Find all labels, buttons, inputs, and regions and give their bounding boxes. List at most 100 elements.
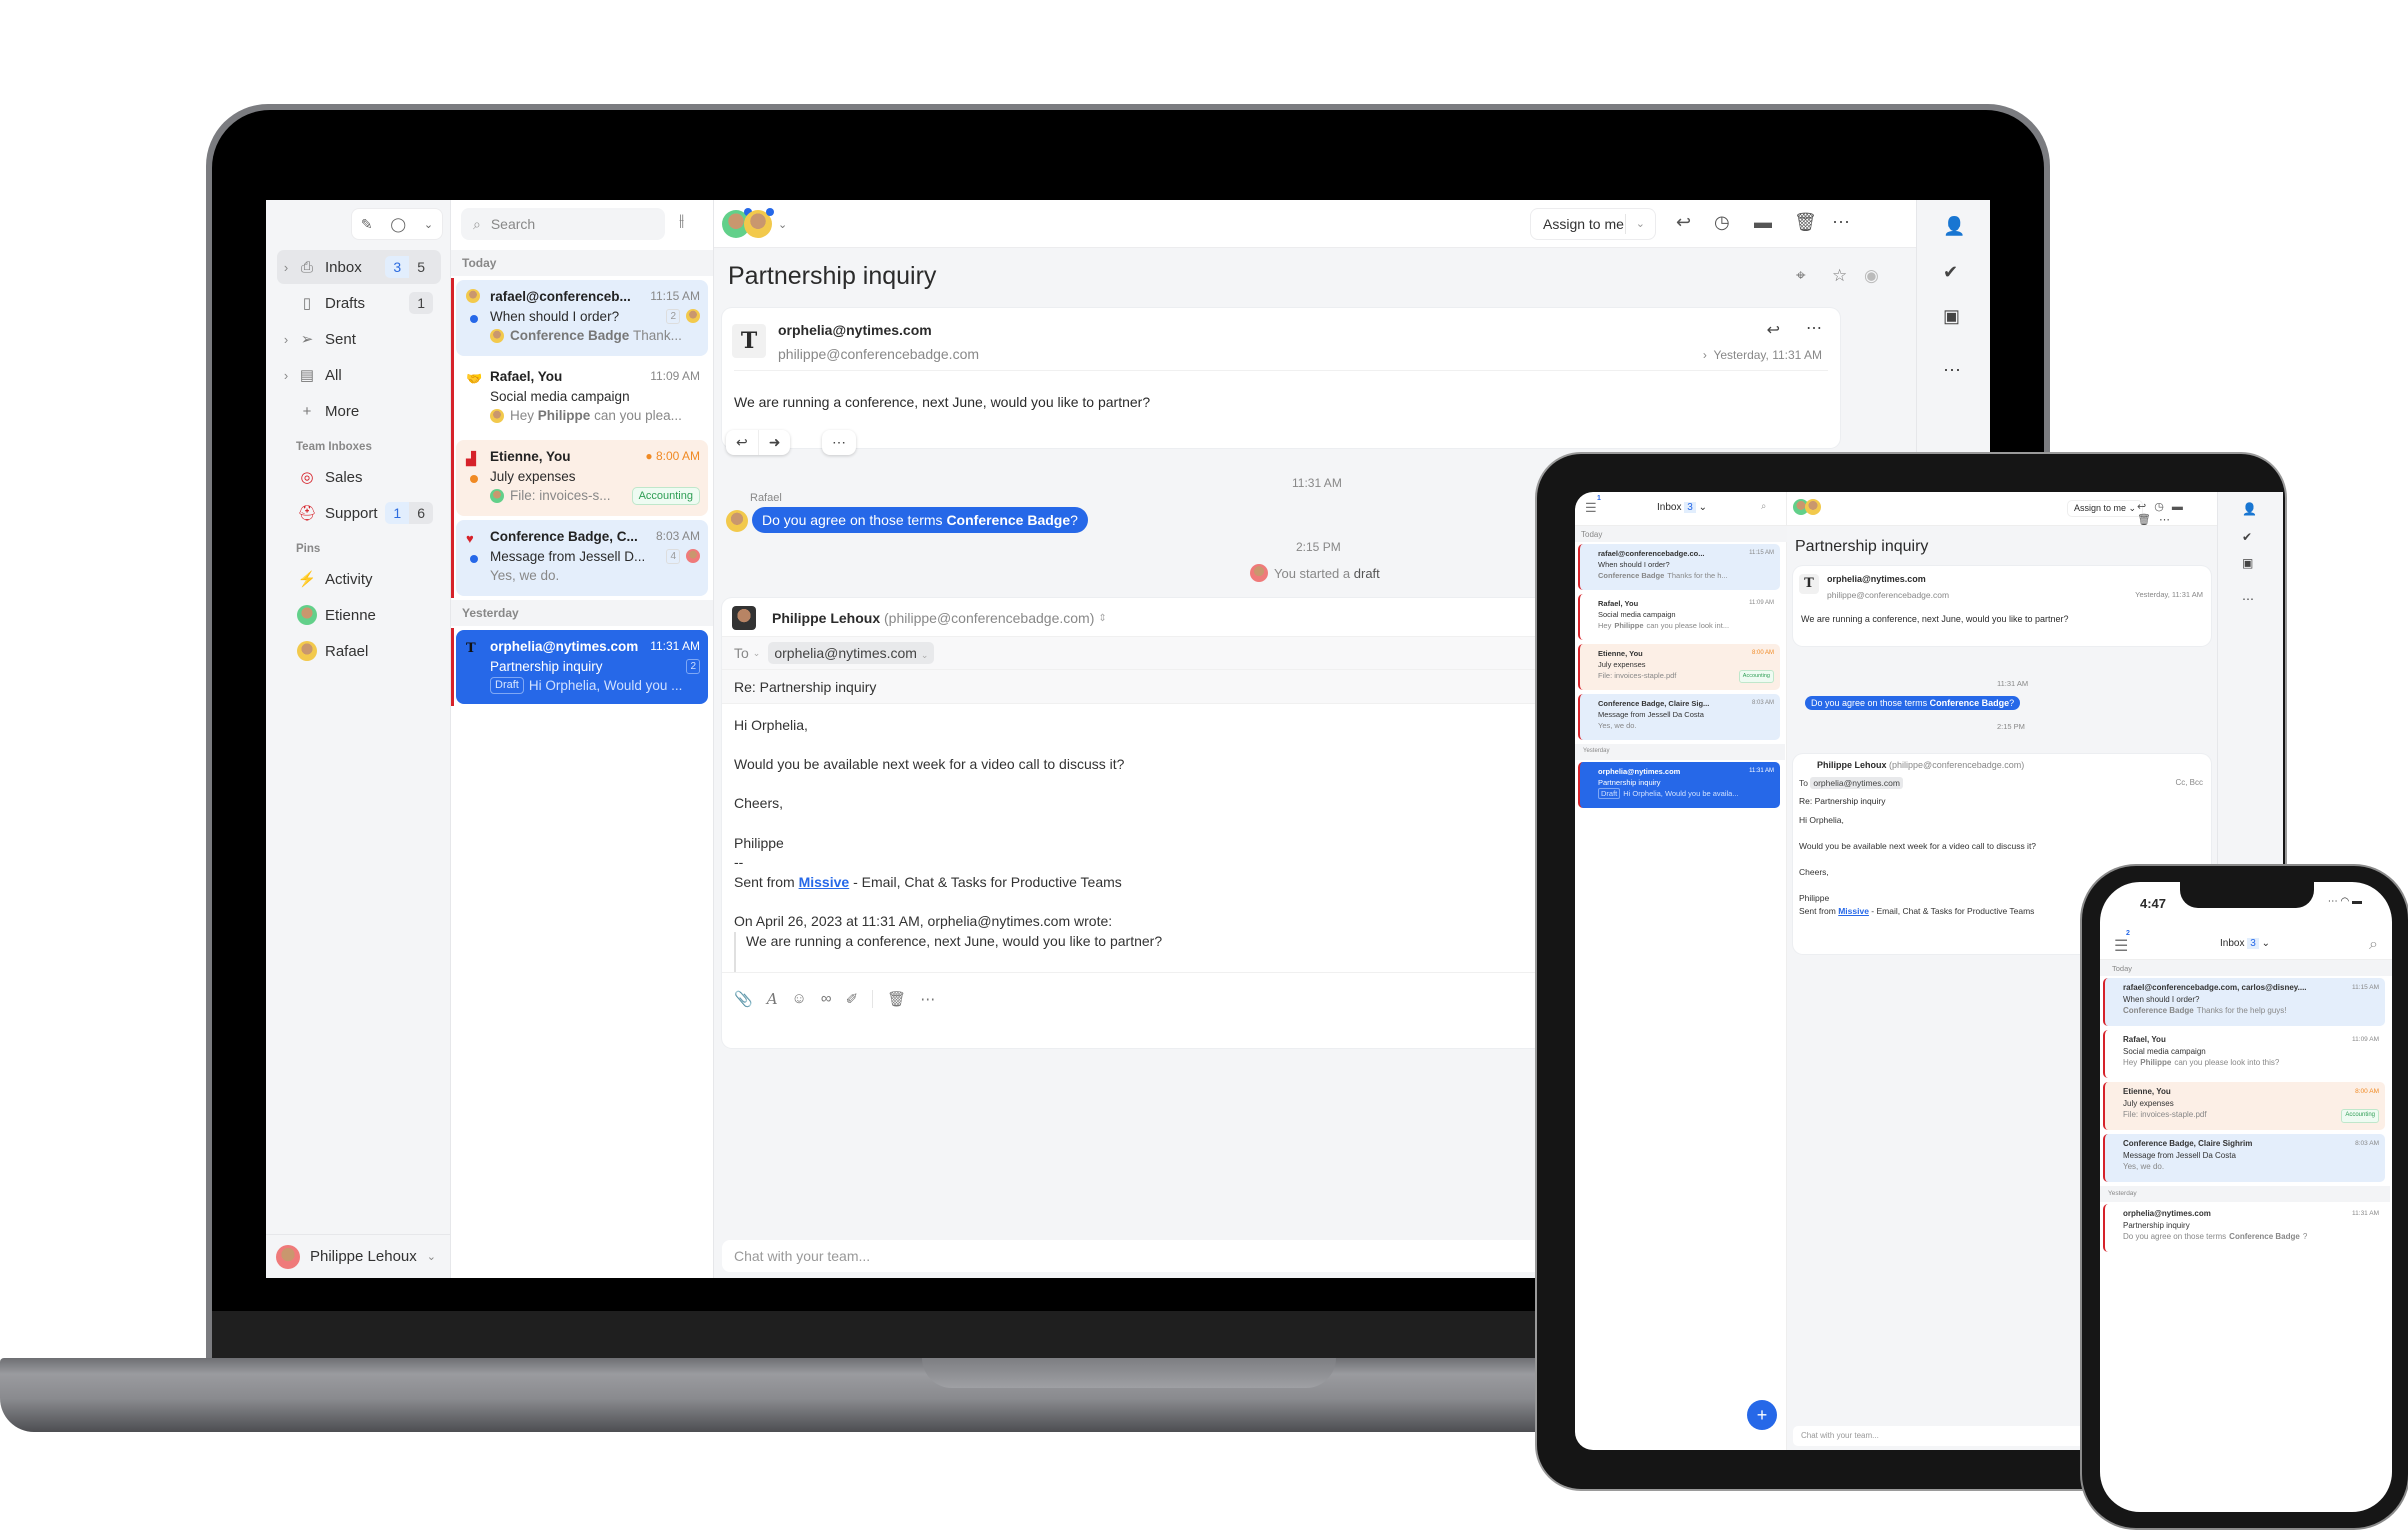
reply-icon[interactable]: ↩ (726, 430, 758, 455)
to-label[interactable]: To (734, 645, 749, 661)
conversation-item[interactable]: Rafael, You 11:09 AM Social media campaign… (1578, 594, 1780, 640)
paperclip-icon[interactable]: 📎 (734, 990, 753, 1008)
conversation-item[interactable]: 🤝 Rafael, You 11:09 AM Social media campa… (451, 358, 708, 438)
conversation-item[interactable]: ♥ Conference Badge, C... 8:03 AM Message … (451, 518, 708, 598)
chevron-right-icon[interactable]: › (277, 368, 295, 383)
filter-sliders-icon[interactable]: ⫲ (679, 212, 684, 230)
star-icon[interactable]: ☆ (1832, 266, 1847, 286)
conversation-item[interactable]: rafael@conferencebadge.co... 11:15 AM When… (1578, 544, 1780, 590)
calendar-icon[interactable]: ▣ (2242, 556, 2253, 570)
sidebar-item-sales[interactable]: ◎ Sales (277, 460, 441, 494)
sidebar-item-inbox[interactable]: › ⎙ Inbox 35 (277, 250, 441, 284)
sidebar-item-label: Sent (325, 330, 356, 348)
signature-icon[interactable]: ✐ (846, 990, 859, 1008)
reply-icon[interactable]: ↩ (1676, 212, 1691, 233)
chevron-down-icon[interactable]: ⌄ (1624, 214, 1655, 234)
conversation-item[interactable]: Conference Badge, Claire Sighrim 8:03 AM M… (2103, 1134, 2385, 1182)
label-tag[interactable]: Accounting (2341, 1109, 2379, 1123)
assign-button[interactable]: Assign to me ⌄ (1530, 208, 1656, 240)
email-to[interactable]: philippe@conferencebadge.com (778, 346, 979, 362)
badge-messenger-icon: ♥ (466, 531, 474, 546)
subject-field[interactable]: Re: Partnership inquiry (1799, 796, 1885, 806)
person-icon[interactable]: 👤 (2242, 502, 2257, 516)
urgent-bar (451, 438, 454, 518)
compose-fab-plus-icon[interactable]: + (1747, 1400, 1777, 1430)
emoji-icon[interactable]: ☺ (792, 990, 807, 1008)
sidebar-item-activity[interactable]: ⚡ Activity (277, 562, 441, 596)
more-icon[interactable]: ⋯ (822, 430, 856, 455)
reply-forward-group: ↩ ➜ (726, 430, 791, 455)
label-tag[interactable]: Accounting (631, 486, 700, 505)
tag-icon[interactable]: ⌖ (1796, 266, 1806, 286)
cc-bcc-button[interactable]: Cc, Bcc (2175, 778, 2203, 787)
avatar (686, 549, 700, 564)
conversation-item[interactable]: rafael@conferencebadge.com, carlos@disne… (2103, 978, 2385, 1026)
sidebar-item-etienne[interactable]: Etienne (277, 598, 441, 632)
user-menu[interactable]: Philippe Lehoux ⌄ (266, 1234, 451, 1278)
eye-off-icon[interactable]: ◉ (1864, 266, 1879, 286)
trash-icon[interactable]: 🗑 (1794, 212, 1817, 233)
format-text-icon[interactable]: A (767, 990, 778, 1008)
inbox-switcher[interactable]: Inbox 3 ⌄ (2220, 938, 2270, 949)
compose-toolbar: ✎ ◯ ⌄ (351, 208, 443, 240)
search-icon[interactable]: ⌕ (1761, 501, 1766, 512)
menu-icon[interactable]: ☰ (2114, 936, 2128, 956)
inbox-counts: 35 (385, 256, 433, 278)
toolbar-icons[interactable]: ↩◷▬🗑⋯ (2137, 500, 2217, 526)
conversation-item[interactable]: rafael@conferenceb... 11:15 AM When shoul… (451, 278, 708, 358)
sidebar-item-all[interactable]: › ▤ All (277, 358, 441, 392)
more-icon[interactable]: ⋯ (2242, 592, 2254, 606)
conversation-item[interactable]: orphelia@nytimes.com 11:31 AM Partnership … (1578, 762, 1780, 808)
label-tag[interactable]: Accounting (1738, 670, 1774, 683)
recipient-chip[interactable]: orphelia@nytimes.com ⌄ (768, 642, 935, 664)
missive-link[interactable]: Missive (1838, 906, 1869, 916)
avatar (732, 606, 756, 630)
check-icon[interactable]: ✔ (1943, 262, 1958, 283)
menu-icon[interactable]: ☰ (1585, 500, 1597, 516)
chat-bubble: Do you agree on those terms Conference B… (752, 507, 1088, 533)
body-line: Would you be available next week for a v… (1799, 841, 2037, 851)
chevron-down-icon[interactable]: ⌄ (424, 218, 433, 231)
assign-button[interactable]: Assign to me ⌄ (2067, 500, 2144, 517)
chevron-right-icon[interactable]: › (277, 332, 295, 347)
conversation-item[interactable]: Conference Badge, Claire Sig... 8:03 AM Me… (1578, 694, 1780, 740)
conversation-item[interactable]: Rafael, You 11:09 AM Social media campaign… (2103, 1030, 2385, 1078)
composer-from[interactable]: Philippe Lehoux (philippe@conferencebadg… (1817, 760, 2024, 770)
composer-body[interactable]: Hi Orphelia, Would you be available next… (1799, 814, 2036, 918)
conversation-item[interactable]: Etienne, You 8:00 AM July expenses File: in… (1578, 644, 1780, 690)
person-icon[interactable]: 👤 (1943, 216, 1965, 237)
sidebar-item-rafael[interactable]: Rafael (277, 634, 441, 668)
reply-icon[interactable]: ↩ (1767, 320, 1780, 340)
more-icon[interactable]: ⋯ (920, 990, 935, 1008)
participants[interactable]: ⌄ (722, 208, 787, 238)
link-icon[interactable]: ∞ (821, 990, 832, 1008)
conversation-item-selected[interactable]: T orphelia@nytimes.com 11:31 AM Partnersh… (451, 628, 708, 706)
inbox-switcher[interactable]: Inbox 3 ⌄ (1657, 502, 1707, 513)
sidebar-item-drafts[interactable]: ▯ Drafts 1 (277, 286, 441, 320)
chat-bubble-icon[interactable]: ◯ (390, 216, 406, 233)
sidebar-item-more[interactable]: + More (277, 394, 441, 428)
clock-icon[interactable]: ◷ (1714, 212, 1730, 233)
forward-icon[interactable]: ➜ (757, 430, 791, 455)
sidebar-item-support[interactable]: ⛑ Support 16 (277, 496, 441, 530)
chevron-right-icon[interactable]: › (277, 260, 295, 275)
more-icon[interactable]: ⋯ (1943, 360, 1961, 381)
more-icon[interactable]: ⋯ (1806, 318, 1822, 338)
pencil-icon[interactable]: ✎ (361, 216, 373, 233)
search-input[interactable]: ⌕ Search (461, 208, 665, 240)
missive-link[interactable]: Missive (799, 874, 850, 890)
archive-icon[interactable]: ▬ (1754, 212, 1772, 233)
composer-from[interactable]: Philippe Lehoux (philippe@conferencebadg… (732, 606, 1107, 630)
more-icon[interactable]: ⋯ (1832, 212, 1850, 233)
check-icon[interactable]: ✔ (2242, 530, 2252, 544)
calendar-icon[interactable]: ▣ (1943, 306, 1960, 327)
search-icon[interactable]: ⌕ (2369, 936, 2378, 954)
trash-icon[interactable]: 🗑 (872, 990, 906, 1008)
sidebar-item-sent[interactable]: › ➢ Sent (277, 322, 441, 356)
to-row[interactable]: To orphelia@nytimes.com (1799, 777, 1903, 789)
sender-name: Philippe Lehoux (772, 610, 881, 626)
conversation-item[interactable]: Etienne, You 8:00 AM July expenses File: in… (2103, 1082, 2385, 1130)
conversation-item[interactable]: ▟ Etienne, You ● 8:00 AM July expenses Fi… (451, 438, 708, 518)
conversation-subject: Partnership inquiry (1598, 778, 1661, 787)
conversation-item[interactable]: orphelia@nytimes.com 11:31 AM Partnership … (2103, 1204, 2385, 1252)
